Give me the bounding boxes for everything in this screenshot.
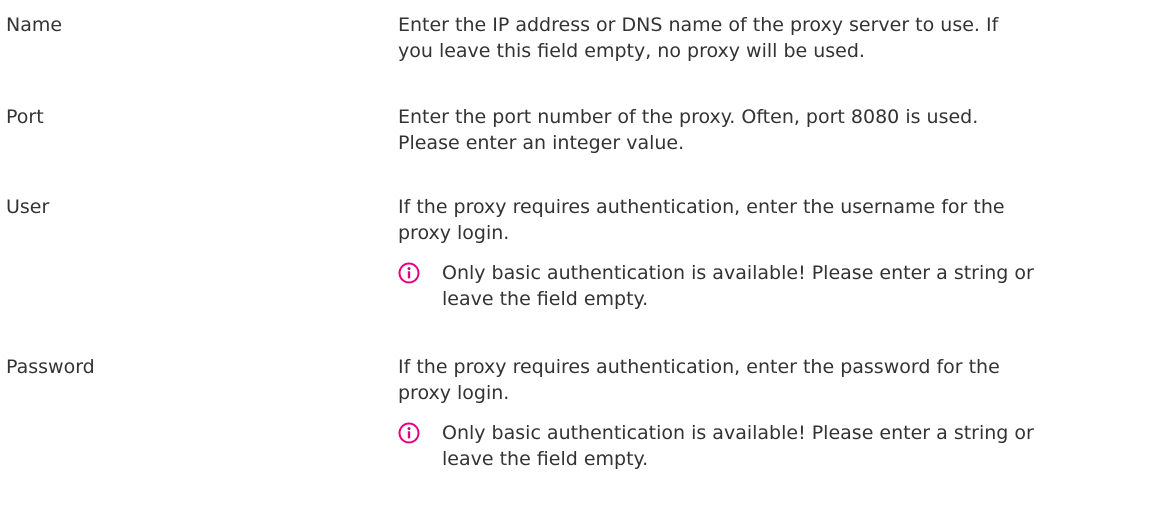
note-line: leave the field empty.	[442, 448, 649, 470]
note-line: leave the field empty.	[442, 288, 649, 310]
description-line: Enter the port number of the proxy. Ofte…	[398, 106, 979, 128]
description-line: you leave this field empty, no proxy wil…	[398, 40, 865, 62]
description-line: If the proxy requires authentication, en…	[398, 356, 1000, 378]
field-label-user: User	[6, 196, 50, 218]
note-line: Only basic authentication is available! …	[442, 422, 1034, 444]
field-description-user: If the proxy requires authentication, en…	[398, 194, 1143, 246]
description-line: proxy login.	[398, 222, 510, 244]
info-icon	[398, 422, 420, 444]
description-line: Enter the IP address or DNS name of the …	[398, 14, 999, 36]
field-label-password: Password	[6, 356, 95, 378]
info-icon	[398, 262, 420, 284]
field-label-name: Name	[6, 14, 63, 36]
field-description-password: If the proxy requires authentication, en…	[398, 354, 1143, 406]
description-line: proxy login.	[398, 382, 510, 404]
description-line: Please enter an integer value.	[398, 132, 685, 154]
field-description-port: Enter the port number of the proxy. Ofte…	[398, 104, 1143, 156]
note-text: Only basic authentication is available! …	[442, 420, 1142, 472]
note-line: Only basic authentication is available! …	[442, 262, 1034, 284]
description-line: If the proxy requires authentication, en…	[398, 196, 1005, 218]
field-description-name: Enter the IP address or DNS name of the …	[398, 12, 1143, 64]
note-text: Only basic authentication is available! …	[442, 260, 1142, 312]
field-label-port: Port	[6, 106, 44, 128]
